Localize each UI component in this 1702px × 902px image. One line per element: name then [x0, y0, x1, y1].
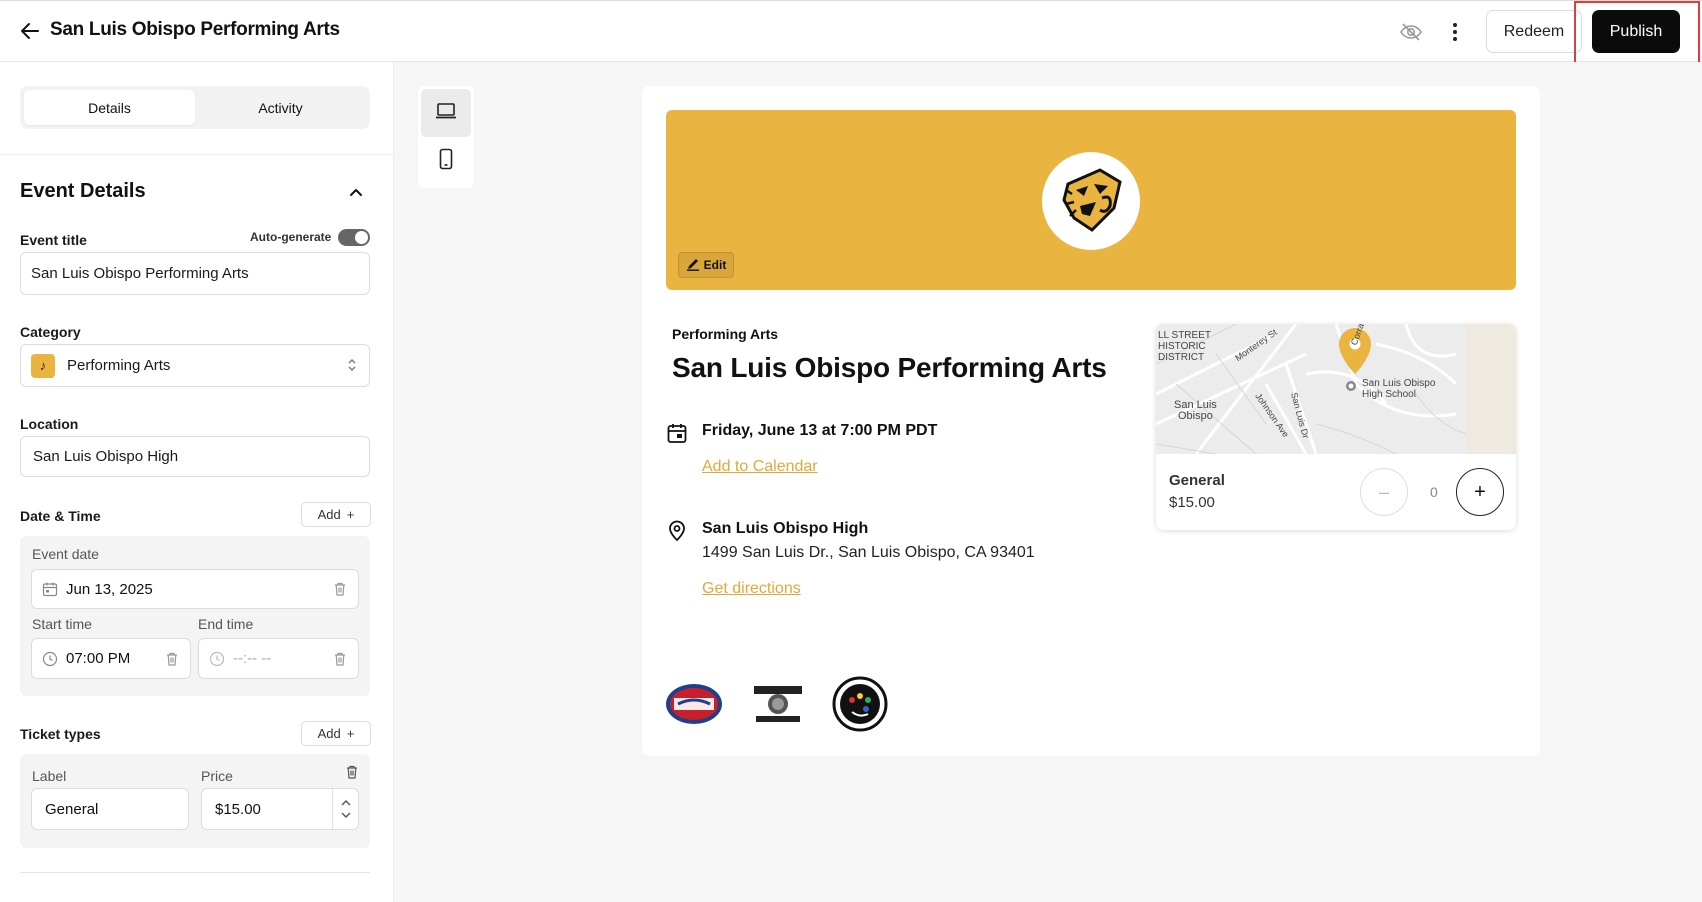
- mobile-view-button[interactable]: [421, 137, 471, 185]
- map-label-city: San Luis Obispo: [1174, 399, 1217, 422]
- decrease-quantity-button[interactable]: –: [1360, 468, 1408, 516]
- ticket-panel: Label Price General $15.00: [20, 754, 370, 848]
- get-directions-link[interactable]: Get directions: [702, 580, 801, 598]
- hidden-eye-icon[interactable]: [1398, 19, 1424, 45]
- add-ticket-label: Add: [317, 726, 341, 741]
- calendar-icon: [666, 422, 688, 444]
- trash-icon[interactable]: [332, 581, 348, 597]
- category-label: Category: [20, 324, 81, 340]
- event-date-text: Friday, June 13 at 7:00 PM PDT: [702, 422, 938, 439]
- location-label: Location: [20, 416, 79, 432]
- plus-icon: +: [346, 507, 355, 522]
- clock-icon: [209, 651, 225, 667]
- chevron-down-icon: [341, 812, 350, 818]
- back-arrow-icon[interactable]: [16, 17, 44, 45]
- laptop-icon: [435, 102, 457, 125]
- add-ticket-button[interactable]: Add +: [301, 721, 371, 746]
- sidebar-divider-bottom: [20, 872, 370, 873]
- category-select[interactable]: ♪ Performing Arts: [20, 344, 370, 387]
- plus-icon: +: [346, 726, 355, 741]
- page-title: San Luis Obispo Performing Arts: [50, 19, 340, 40]
- price-stepper[interactable]: [332, 789, 358, 829]
- trash-icon[interactable]: [344, 764, 360, 780]
- sponsor-logos: [664, 676, 888, 732]
- end-time-placeholder: --:-- --: [233, 650, 272, 667]
- desktop-view-button[interactable]: [421, 89, 471, 137]
- calendar-icon: [42, 581, 58, 597]
- event-title: San Luis Obispo Performing Arts: [672, 352, 1107, 383]
- tab-activity[interactable]: Activity: [195, 90, 366, 125]
- ticket-type-price: $15.00: [1169, 494, 1215, 511]
- map-label-school: San Luis Obispo High School: [1362, 378, 1436, 400]
- ticket-label-input[interactable]: General: [31, 788, 189, 830]
- end-time-input[interactable]: --:-- --: [198, 638, 359, 679]
- ticket-widget: LL STREET HISTORIC DISTRICT San Luis Obi…: [1156, 324, 1516, 530]
- section-title: Event Details: [20, 180, 146, 202]
- auto-generate-label: Auto-generate: [250, 230, 332, 244]
- ticket-type-name: General: [1169, 472, 1225, 489]
- event-address: 1499 San Luis Dr., San Luis Obispo, CA 9…: [702, 544, 1035, 561]
- clock-icon: [42, 651, 58, 667]
- event-date-label: Event date: [32, 546, 99, 562]
- location-map[interactable]: LL STREET HISTORIC DISTRICT San Luis Obi…: [1156, 324, 1516, 454]
- tab-details[interactable]: Details: [24, 90, 195, 125]
- start-time-value: 07:00 PM: [66, 650, 131, 667]
- sidebar-tabs: Details Activity: [20, 86, 370, 129]
- device-toggle: [418, 86, 474, 188]
- trash-icon[interactable]: [164, 651, 180, 667]
- ticket-price-input[interactable]: $15.00: [201, 788, 359, 830]
- event-title-input[interactable]: San Luis Obispo Performing Arts: [20, 252, 370, 295]
- top-bar: San Luis Obispo Performing Arts Redeem P…: [0, 0, 1702, 71]
- ticket-types-label: Ticket types: [20, 726, 101, 742]
- edit-banner-button[interactable]: Edit: [678, 252, 734, 278]
- sponsor-jersey-mikes: [664, 682, 724, 726]
- add-date-label: Add: [317, 507, 341, 522]
- event-date-value: Jun 13, 2025: [66, 580, 153, 598]
- sponsor-art-central: [832, 676, 888, 732]
- map-label-district: LL STREET HISTORIC DISTRICT: [1158, 330, 1211, 363]
- event-banner: Edit: [666, 110, 1516, 290]
- event-card: Edit Performing Arts San Luis Obispo Per…: [642, 86, 1540, 756]
- sponsor-woodstock-pizza: [750, 682, 806, 726]
- add-date-button[interactable]: Add +: [301, 502, 371, 527]
- ticket-price-value: $15.00: [215, 800, 261, 818]
- details-sidebar: Details Activity Event Details Event tit…: [0, 62, 394, 902]
- music-note-icon: ♪: [31, 353, 55, 378]
- more-vertical-icon[interactable]: [1443, 19, 1467, 45]
- event-title-label: Event title: [20, 232, 87, 248]
- chevron-up-icon[interactable]: [346, 182, 366, 202]
- event-category: Performing Arts: [672, 326, 779, 342]
- add-to-calendar-link[interactable]: Add to Calendar: [702, 458, 818, 476]
- event-location-name: San Luis Obispo High: [702, 520, 869, 537]
- start-time-label: Start time: [32, 616, 92, 632]
- redeem-button[interactable]: Redeem: [1486, 10, 1582, 53]
- chevron-up-icon: [341, 800, 350, 806]
- pencil-icon: [686, 257, 700, 274]
- ticket-quantity: 0: [1430, 484, 1438, 500]
- ticket-label-col: Label: [32, 768, 67, 784]
- publish-button[interactable]: Publish: [1592, 10, 1680, 53]
- sidebar-divider: [0, 154, 393, 155]
- category-value: Performing Arts: [67, 357, 171, 374]
- location-input[interactable]: San Luis Obispo High: [20, 436, 370, 477]
- tiger-logo: [1042, 152, 1140, 250]
- date-time-label: Date & Time: [20, 508, 101, 524]
- event-preview-area: Edit Performing Arts San Luis Obispo Per…: [394, 62, 1702, 902]
- auto-generate-toggle[interactable]: [338, 229, 370, 246]
- ticket-price-col: Price: [201, 768, 233, 784]
- increase-quantity-button[interactable]: +: [1456, 468, 1504, 516]
- event-date-input[interactable]: Jun 13, 2025: [31, 569, 359, 609]
- date-time-panel: Event date Jun 13, 2025 Start time End t…: [20, 536, 370, 696]
- location-pin-icon: [666, 520, 688, 542]
- end-time-label: End time: [198, 616, 254, 632]
- edit-label: Edit: [703, 258, 727, 272]
- phone-icon: [439, 148, 453, 175]
- trash-icon[interactable]: [332, 651, 348, 667]
- start-time-input[interactable]: 07:00 PM: [31, 638, 191, 679]
- select-arrows-icon: [347, 357, 357, 377]
